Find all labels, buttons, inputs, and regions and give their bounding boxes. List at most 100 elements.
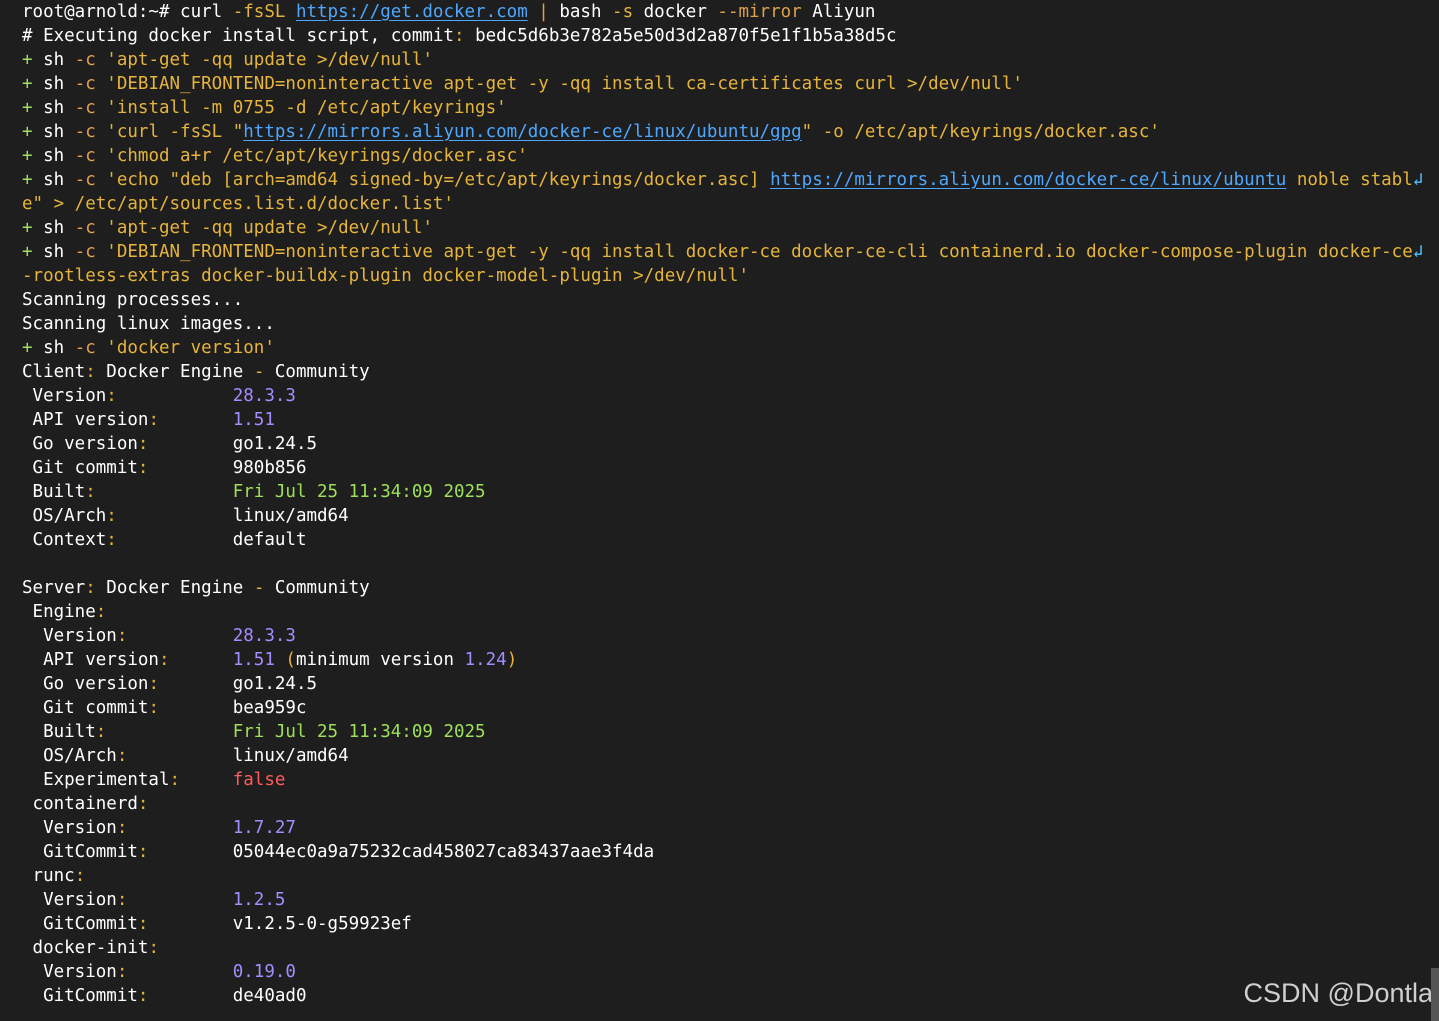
terminal-line: OS/Arch: linux/amd64 bbox=[22, 744, 1422, 768]
terminal-line: Go version: go1.24.5 bbox=[22, 672, 1422, 696]
terminal-text: Scanning processes... bbox=[22, 290, 244, 310]
terminal-text: : bbox=[158, 650, 233, 670]
terminal-text: " -o /etc/apt/keyrings/docker.asc' bbox=[801, 122, 1160, 142]
terminal-text: Version bbox=[22, 626, 117, 646]
terminal-text: + bbox=[22, 74, 44, 94]
terminal-text: -c bbox=[74, 50, 107, 70]
terminal-text: 1.7.27 bbox=[232, 818, 296, 838]
terminal-text: sh bbox=[43, 98, 75, 118]
terminal-text: false bbox=[232, 770, 286, 790]
terminal-text: : bbox=[116, 626, 233, 646]
terminal-text: : bbox=[116, 746, 233, 766]
terminal-line: Engine: bbox=[22, 600, 1422, 624]
terminal-text: # Executing docker install script, commi… bbox=[22, 26, 454, 46]
terminal-line: Client: Docker Engine - Community bbox=[22, 360, 1422, 384]
terminal-text: bedc5d6b3e782a5e50d3d2a870f5e1f1b5a38d5c bbox=[475, 26, 897, 46]
terminal-text: + bbox=[22, 50, 44, 70]
terminal-text: : bbox=[148, 698, 233, 718]
terminal-line: Built: Fri Jul 25 11:34:09 2025 bbox=[22, 720, 1422, 744]
terminal-text: Version bbox=[22, 962, 117, 982]
terminal-text: 'DEBIAN_FRONTEND=noninteractive apt-get … bbox=[106, 242, 1413, 262]
terminal-text: 980b856 bbox=[232, 458, 307, 478]
terminal-text: + bbox=[22, 338, 44, 358]
terminal-line: docker-init: bbox=[22, 936, 1422, 960]
terminal-text: bea959c bbox=[232, 698, 307, 718]
terminal-line: root@arnold:~# curl -fsSL https://get.do… bbox=[22, 0, 1422, 24]
terminal-line: Version: 28.3.3 bbox=[22, 624, 1422, 648]
terminal-text: e" > /etc/apt/sources.list.d/docker.list… bbox=[22, 194, 454, 214]
terminal-text: + bbox=[22, 218, 44, 238]
terminal-line: GitCommit: 05044ec0a9a75232cad458027ca83… bbox=[22, 840, 1422, 864]
terminal-text: 1.24 bbox=[464, 650, 507, 670]
terminal-output[interactable]: root@arnold:~# curl -fsSL https://get.do… bbox=[22, 0, 1422, 1008]
terminal-text: API version bbox=[22, 650, 159, 670]
terminal-text: Git commit bbox=[22, 458, 138, 478]
terminal-text: root@arnold:~# curl bbox=[22, 2, 233, 22]
terminal-text: OS/Arch bbox=[22, 746, 117, 766]
terminal-line: + sh -c 'docker version' bbox=[22, 336, 1422, 360]
terminal-text: + bbox=[22, 98, 44, 118]
terminal-text: 'install -m 0755 -d /etc/apt/keyrings' bbox=[106, 98, 507, 118]
terminal-text: noble stabl bbox=[1286, 170, 1413, 190]
terminal-line: Version: 0.19.0 bbox=[22, 960, 1422, 984]
terminal-text: + bbox=[22, 122, 44, 142]
terminal-text: 0.19.0 bbox=[232, 962, 296, 982]
terminal-text: sh bbox=[43, 338, 75, 358]
terminal-line: Git commit: bea959c bbox=[22, 696, 1422, 720]
terminal-text: Git commit bbox=[22, 698, 149, 718]
terminal-text: linux/amd64 bbox=[232, 506, 349, 526]
terminal-line: + sh -c 'apt-get -qq update >/dev/null' bbox=[22, 48, 1422, 72]
terminal-text: 'docker version' bbox=[106, 338, 275, 358]
terminal-text: : bbox=[169, 770, 233, 790]
terminal-line: Built: Fri Jul 25 11:34:09 2025 bbox=[22, 480, 1422, 504]
terminal-text: 'chmod a+r /etc/apt/keyrings/docker.asc' bbox=[106, 146, 528, 166]
terminal-line: Git commit: 980b856 bbox=[22, 456, 1422, 480]
terminal-text: Version bbox=[22, 386, 107, 406]
terminal-line: Scanning linux images... bbox=[22, 312, 1422, 336]
scrollbar[interactable] bbox=[1431, 968, 1439, 1021]
terminal-line: Go version: go1.24.5 bbox=[22, 432, 1422, 456]
terminal-text: Go version bbox=[22, 674, 149, 694]
terminal-text: Community bbox=[274, 578, 370, 598]
terminal-text: docker-init bbox=[22, 938, 149, 958]
terminal-line: + sh -c 'DEBIAN_FRONTEND=noninteractive … bbox=[22, 72, 1422, 96]
terminal-text: go1.24.5 bbox=[232, 434, 318, 454]
terminal-line: containerd: bbox=[22, 792, 1422, 816]
terminal-text: sh bbox=[43, 218, 75, 238]
terminal-text: : bbox=[74, 866, 86, 886]
terminal-line: API version: 1.51 bbox=[22, 408, 1422, 432]
terminal-text: : bbox=[95, 602, 107, 622]
terminal-text: GitCommit bbox=[22, 842, 138, 862]
terminal-text: : bbox=[137, 458, 233, 478]
terminal-text: -c bbox=[74, 242, 107, 262]
terminal-text: Experimental bbox=[22, 770, 170, 790]
terminal-link[interactable]: https://get.docker.com bbox=[296, 2, 528, 22]
terminal-text: Fri Jul 25 11:34:09 2025 bbox=[232, 482, 486, 502]
terminal-text: sh bbox=[43, 146, 75, 166]
terminal-text: Aliyun bbox=[812, 2, 876, 22]
terminal-text: Community bbox=[274, 362, 370, 382]
terminal-text: sh bbox=[43, 242, 75, 262]
terminal-text: 'apt-get -qq update >/dev/null' bbox=[106, 218, 433, 238]
terminal-line: Version: 28.3.3 bbox=[22, 384, 1422, 408]
terminal-text: 'echo "deb [arch=amd64 signed-by=/etc/ap… bbox=[106, 170, 771, 190]
terminal-line: + sh -c 'DEBIAN_FRONTEND=noninteractive … bbox=[22, 240, 1422, 264]
terminal-text: Docker Engine bbox=[106, 362, 254, 382]
terminal-text: : bbox=[148, 410, 233, 430]
terminal-text: go1.24.5 bbox=[232, 674, 318, 694]
line-wrap-icon: ↲ bbox=[1412, 170, 1422, 190]
terminal-text: 'curl -fsSL " bbox=[106, 122, 244, 142]
terminal-text: sh bbox=[43, 50, 75, 70]
terminal-text: + bbox=[22, 170, 44, 190]
line-wrap-icon: ↲ bbox=[1412, 242, 1422, 262]
terminal-text: docker bbox=[643, 2, 718, 22]
terminal-text: runc bbox=[22, 866, 75, 886]
terminal-text: -c bbox=[74, 218, 107, 238]
terminal-link[interactable]: https://mirrors.aliyun.com/docker-ce/lin… bbox=[243, 122, 801, 142]
terminal-link[interactable]: https://mirrors.aliyun.com/docker-ce/lin… bbox=[770, 170, 1286, 190]
terminal-line: Version: 1.7.27 bbox=[22, 816, 1422, 840]
terminal-text: : bbox=[137, 842, 233, 862]
terminal-line: GitCommit: v1.2.5-0-g59923ef bbox=[22, 912, 1422, 936]
terminal-text: | bbox=[527, 2, 560, 22]
terminal-text: : bbox=[148, 674, 233, 694]
